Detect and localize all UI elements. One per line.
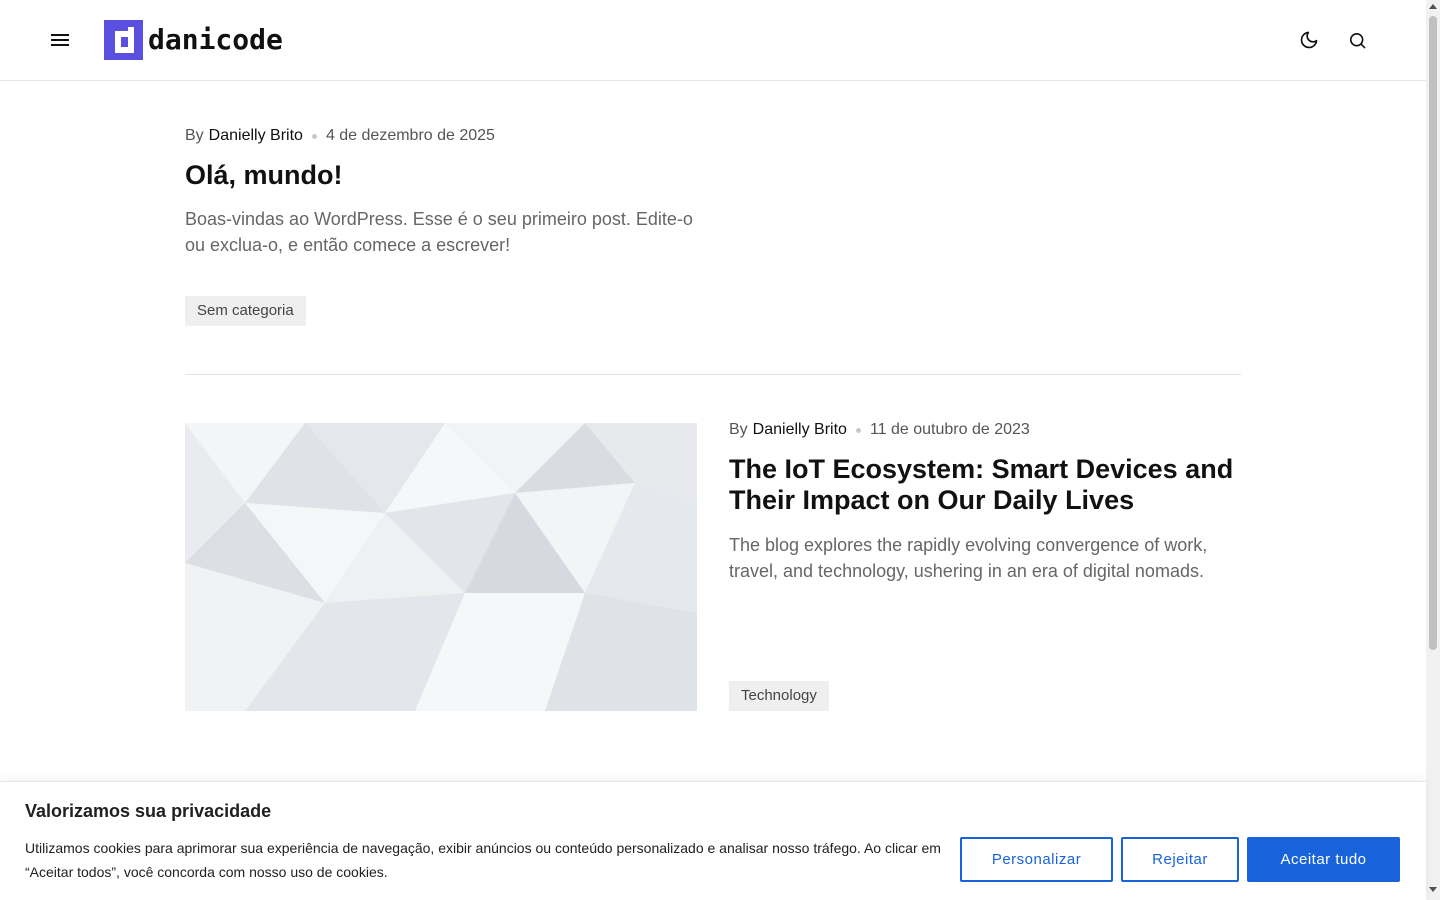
post-by-label: By (729, 421, 748, 438)
logo-text: danicode (148, 23, 283, 56)
post-date: 4 de dezembro de 2025 (325, 127, 495, 144)
cookie-banner-title: Valorizamos sua privacidade (25, 801, 272, 821)
post-card: By Danielly Brito 11 de outubro de 2023 … (729, 421, 1241, 711)
scroll-up-arrow-icon[interactable] (1429, 4, 1437, 9)
menu-button[interactable] (44, 24, 76, 56)
post-card: By Danielly Brito 4 de dezembro de 2025 … (185, 127, 700, 326)
scrollbar-thumb[interactable] (1429, 16, 1437, 650)
customize-cookies-button[interactable]: Personalizar (960, 837, 1113, 882)
meta-separator-dot (855, 427, 861, 433)
post-author-link[interactable]: Danielly Brito (209, 127, 303, 145)
hamburger-menu-icon (51, 34, 69, 46)
scroll-down-arrow-icon[interactable] (1429, 887, 1437, 892)
post-category-tag[interactable]: Technology (729, 681, 829, 711)
meta-separator-dot (311, 133, 317, 139)
cookie-banner-text: Utilizamos cookies para aprimorar sua ex… (25, 840, 941, 880)
reject-cookies-button[interactable]: Rejeitar (1121, 837, 1239, 882)
page-scrollbar[interactable] (1426, 0, 1440, 900)
post-excerpt: Boas-vindas ao WordPress. Esse é o seu p… (185, 209, 693, 255)
post-by-label: By (185, 127, 204, 144)
accept-all-cookies-button[interactable]: Aceitar tudo (1247, 837, 1400, 882)
moon-icon (1300, 31, 1318, 49)
search-button[interactable] (1341, 24, 1373, 56)
post-excerpt: The blog explores the rapidly evolving c… (729, 535, 1208, 581)
dark-mode-toggle[interactable] (1293, 24, 1325, 56)
post-title-link[interactable]: The IoT Ecosystem: Smart Devices and The… (729, 454, 1241, 516)
post-thumbnail-image[interactable] (185, 423, 697, 711)
post-category-tag[interactable]: Sem categoria (185, 296, 306, 326)
post-date: 11 de outubro de 2023 (869, 421, 1030, 438)
post-meta: By Danielly Brito 11 de outubro de 2023 (729, 421, 1241, 439)
post-divider (185, 374, 1241, 375)
logo-mark-icon (104, 20, 143, 60)
site-logo[interactable]: danicode (104, 20, 283, 60)
cookie-consent-banner: Valorizamos sua privacidade Utilizamos c… (0, 781, 1426, 900)
search-icon (1349, 32, 1365, 48)
post-title-link[interactable]: Olá, mundo! (185, 159, 700, 191)
post-meta: By Danielly Brito 4 de dezembro de 2025 (185, 127, 700, 145)
post-author-link[interactable]: Danielly Brito (753, 421, 847, 439)
site-header: danicode (0, 0, 1426, 81)
